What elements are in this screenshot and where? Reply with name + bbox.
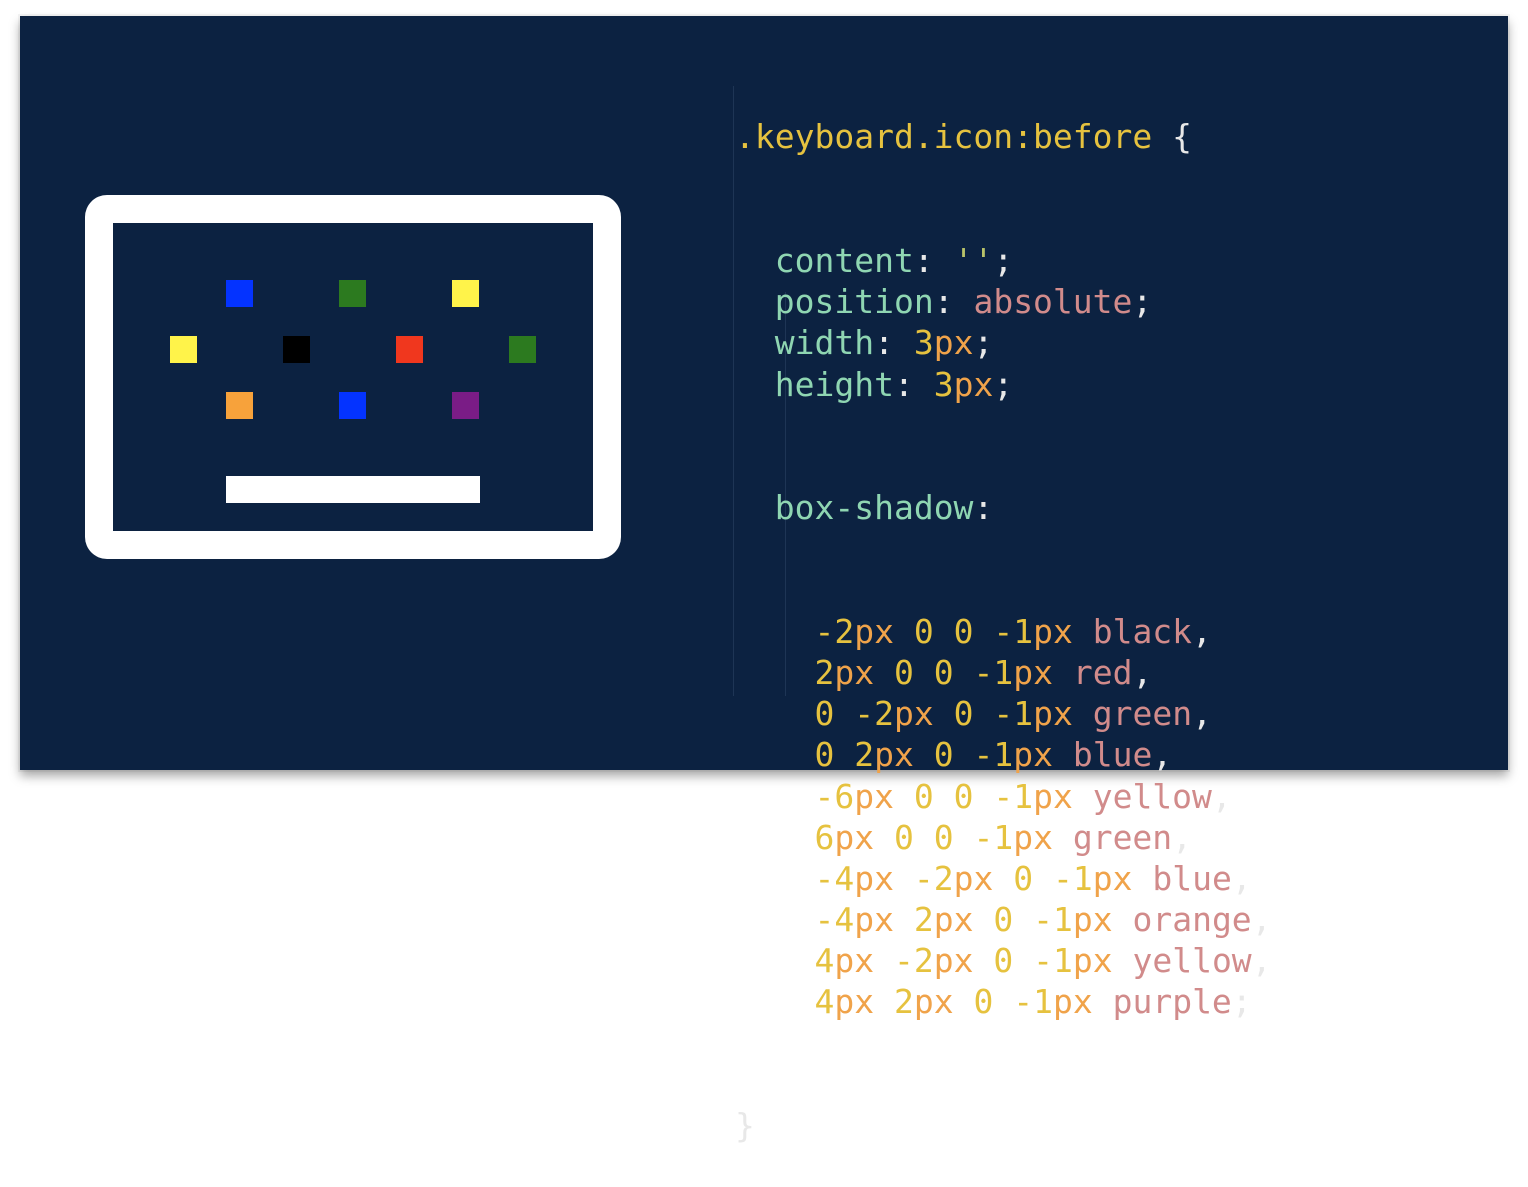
shadow-line-4: 0 2px 0 -1px blue, <box>814 735 1173 775</box>
key-green-top <box>339 280 366 307</box>
shadow-line-7: -4px -2px 0 -1px blue, <box>814 858 1252 898</box>
spacebar <box>226 476 480 503</box>
code-line-box-shadow: box-shadow: <box>774 488 994 528</box>
shadow-line-5: -6px 0 0 -1px yellow, <box>814 776 1232 816</box>
box-shadow-property: box-shadow <box>774 488 974 528</box>
height-unit: px <box>953 364 994 404</box>
width-property: width <box>774 323 875 363</box>
code-line-close: } <box>735 1105 1272 1146</box>
code-line-content: content: ''; <box>774 241 1014 280</box>
key-purple <box>452 392 479 419</box>
shadow-line-3: 0 -2px 0 -1px green, <box>814 694 1212 734</box>
shadow-line-1: -2px 0 0 -1px black, <box>814 611 1212 651</box>
shadow-line-8: -4px 2px 0 -1px orange, <box>814 900 1272 940</box>
code-line-position: position: absolute; <box>774 282 1153 322</box>
key-blue-top <box>226 280 253 307</box>
key-black <box>283 336 310 363</box>
code-line-selector: .keyboard.icon:before { <box>735 116 1272 157</box>
shadow-line-6: 6px 0 0 -1px green, <box>814 817 1193 857</box>
key-orange <box>226 392 253 419</box>
key-red <box>396 336 423 363</box>
css-selector: .keyboard.icon:before <box>735 117 1153 157</box>
code-line-width: width: 3px; <box>774 323 994 363</box>
key-blue-bottom <box>339 392 366 419</box>
keyboard-icon <box>85 195 621 559</box>
shadow-line-2: 2px 0 0 -1px red, <box>814 652 1153 692</box>
shadow-line-9: 4px -2px 0 -1px yellow, <box>814 941 1272 981</box>
height-property: height <box>774 364 894 404</box>
width-unit: px <box>933 323 974 363</box>
code-line-height: height: 3px; <box>774 364 1014 404</box>
key-yellow-left <box>170 336 197 363</box>
height-number: 3 <box>933 364 954 404</box>
position-property: position <box>774 282 934 322</box>
content-value: '' <box>953 241 994 280</box>
close-brace: } <box>735 1106 755 1146</box>
key-green-right <box>509 336 536 363</box>
width-number: 3 <box>913 323 934 363</box>
css-code-block: .keyboard.icon:before { content: ''; pos… <box>735 34 1272 1187</box>
shadow-line-10: 4px 2px 0 -1px purple; <box>814 982 1252 1022</box>
key-yellow-top <box>452 280 479 307</box>
position-value: absolute <box>973 282 1133 322</box>
content-property: content <box>774 241 914 280</box>
indent-guide-outer <box>733 86 734 696</box>
open-brace: { <box>1152 117 1192 157</box>
